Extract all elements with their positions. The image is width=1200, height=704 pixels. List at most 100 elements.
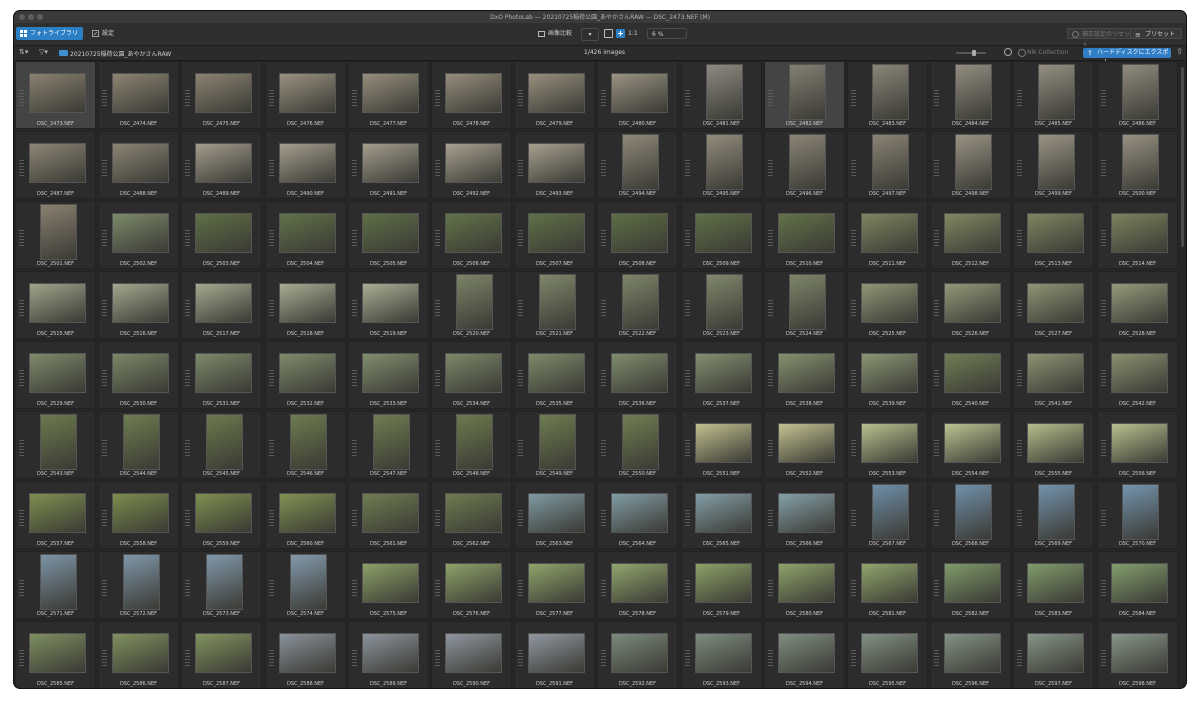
thumbnail-cell[interactable]: DSC_2497.NEF bbox=[847, 131, 928, 199]
thumbnail-cell[interactable]: DSC_2591.NEF bbox=[514, 621, 595, 688]
thumbnail-cell[interactable]: DSC_2576.NEF bbox=[431, 551, 512, 619]
thumbnail-cell[interactable]: DSC_2484.NEF bbox=[930, 61, 1011, 129]
thumbnail-cell[interactable]: DSC_2498.NEF bbox=[930, 131, 1011, 199]
star-rating[interactable] bbox=[518, 90, 523, 106]
star-rating[interactable] bbox=[1101, 160, 1106, 176]
thumbnail-cell[interactable]: DSC_2536.NEF bbox=[597, 341, 678, 409]
star-rating[interactable] bbox=[269, 510, 274, 526]
star-rating[interactable] bbox=[1017, 370, 1022, 386]
thumbnail-cell[interactable]: DSC_2512.NEF bbox=[930, 201, 1011, 269]
thumbnail-cell[interactable]: DSC_2598.NEF bbox=[1097, 621, 1178, 688]
thumbnail-cell[interactable]: DSC_2589.NEF bbox=[348, 621, 429, 688]
star-rating[interactable] bbox=[19, 160, 24, 176]
thumbnail-cell[interactable]: DSC_2476.NEF bbox=[265, 61, 346, 129]
star-rating[interactable] bbox=[934, 510, 939, 526]
tab-photo-library[interactable]: フォトライブラリ bbox=[16, 27, 84, 40]
star-rating[interactable] bbox=[518, 580, 523, 596]
thumbnail-cell[interactable]: DSC_2496.NEF bbox=[764, 131, 845, 199]
thumbnail-cell[interactable]: DSC_2486.NEF bbox=[1097, 61, 1178, 129]
thumbnail-cell[interactable]: DSC_2575.NEF bbox=[348, 551, 429, 619]
thumbnail-cell[interactable]: DSC_2518.NEF bbox=[265, 271, 346, 339]
star-rating[interactable] bbox=[185, 230, 190, 246]
star-rating[interactable] bbox=[1101, 440, 1106, 456]
thumbnail-cell[interactable]: DSC_2562.NEF bbox=[431, 481, 512, 549]
star-rating[interactable] bbox=[1017, 580, 1022, 596]
star-rating[interactable] bbox=[1101, 300, 1106, 316]
star-rating[interactable] bbox=[185, 510, 190, 526]
star-rating[interactable] bbox=[352, 90, 357, 106]
thumbnail-cell[interactable]: DSC_2511.NEF bbox=[847, 201, 928, 269]
star-rating[interactable] bbox=[685, 370, 690, 386]
thumbnail-cell[interactable]: DSC_2516.NEF bbox=[98, 271, 179, 339]
thumbnail-cell[interactable]: DSC_2584.NEF bbox=[1097, 551, 1178, 619]
star-rating[interactable] bbox=[102, 90, 107, 106]
star-rating[interactable] bbox=[851, 650, 856, 666]
thumbnail-cell[interactable]: DSC_2501.NEF bbox=[15, 201, 96, 269]
zoom-in-icon[interactable] bbox=[616, 29, 625, 38]
thumbnail-cell[interactable]: DSC_2563.NEF bbox=[514, 481, 595, 549]
star-rating[interactable] bbox=[185, 580, 190, 596]
star-rating[interactable] bbox=[601, 650, 606, 666]
thumbnail-cell[interactable]: DSC_2491.NEF bbox=[348, 131, 429, 199]
thumbnail-cell[interactable]: DSC_2577.NEF bbox=[514, 551, 595, 619]
star-rating[interactable] bbox=[601, 160, 606, 176]
star-rating[interactable] bbox=[685, 160, 690, 176]
thumbnail-cell[interactable]: DSC_2533.NEF bbox=[348, 341, 429, 409]
thumbnail-cell[interactable]: DSC_2548.NEF bbox=[431, 411, 512, 479]
thumbnail-cell[interactable]: DSC_2537.NEF bbox=[681, 341, 762, 409]
fit-to-screen-icon[interactable] bbox=[604, 29, 613, 38]
thumbnail-cell[interactable]: DSC_2594.NEF bbox=[764, 621, 845, 688]
star-rating[interactable] bbox=[1101, 370, 1106, 386]
thumbnail-cell[interactable]: DSC_2561.NEF bbox=[348, 481, 429, 549]
thumbnail-cell[interactable]: DSC_2582.NEF bbox=[930, 551, 1011, 619]
thumbnail-cell[interactable]: DSC_2574.NEF bbox=[265, 551, 346, 619]
thumbnail-cell[interactable]: DSC_2493.NEF bbox=[514, 131, 595, 199]
thumbnail-cell[interactable]: DSC_2588.NEF bbox=[265, 621, 346, 688]
star-rating[interactable] bbox=[685, 510, 690, 526]
thumbnail-cell[interactable]: DSC_2508.NEF bbox=[597, 201, 678, 269]
star-rating[interactable] bbox=[19, 580, 24, 596]
sort-icon[interactable]: ⇅▾ bbox=[19, 48, 28, 56]
thumbnail-cell[interactable]: DSC_2578.NEF bbox=[597, 551, 678, 619]
star-rating[interactable] bbox=[352, 440, 357, 456]
star-rating[interactable] bbox=[102, 580, 107, 596]
thumbnail-cell[interactable]: DSC_2564.NEF bbox=[597, 481, 678, 549]
thumbnail-cell[interactable]: DSC_2482.NEF bbox=[764, 61, 845, 129]
star-rating[interactable] bbox=[768, 580, 773, 596]
thumbnail-cell[interactable]: DSC_2545.NEF bbox=[181, 411, 262, 479]
star-rating[interactable] bbox=[269, 300, 274, 316]
thumbnail-cell[interactable]: DSC_2550.NEF bbox=[597, 411, 678, 479]
thumbnail-cell[interactable]: DSC_2489.NEF bbox=[181, 131, 262, 199]
star-rating[interactable] bbox=[851, 580, 856, 596]
star-rating[interactable] bbox=[269, 370, 274, 386]
star-rating[interactable] bbox=[518, 300, 523, 316]
star-rating[interactable] bbox=[685, 300, 690, 316]
compare-button[interactable]: 画像比較 bbox=[538, 28, 572, 39]
thumbnail-cell[interactable]: DSC_2542.NEF bbox=[1097, 341, 1178, 409]
star-rating[interactable] bbox=[102, 440, 107, 456]
thumbnail-cell[interactable]: DSC_2521.NEF bbox=[514, 271, 595, 339]
thumbnail-cell[interactable]: DSC_2552.NEF bbox=[764, 411, 845, 479]
thumbnail-cell[interactable]: DSC_2559.NEF bbox=[181, 481, 262, 549]
thumbnail-cell[interactable]: DSC_2480.NEF bbox=[597, 61, 678, 129]
thumbnail-cell[interactable]: DSC_2507.NEF bbox=[514, 201, 595, 269]
star-rating[interactable] bbox=[851, 300, 856, 316]
thumbnail-cell[interactable]: DSC_2539.NEF bbox=[847, 341, 928, 409]
thumbnail-cell[interactable]: DSC_2487.NEF bbox=[15, 131, 96, 199]
thumbnail-cell[interactable]: DSC_2475.NEF bbox=[181, 61, 262, 129]
thumbnail-cell[interactable]: DSC_2481.NEF bbox=[681, 61, 762, 129]
thumbnail-cell[interactable]: DSC_2567.NEF bbox=[847, 481, 928, 549]
thumbnail-cell[interactable]: DSC_2534.NEF bbox=[431, 341, 512, 409]
star-rating[interactable] bbox=[934, 300, 939, 316]
star-rating[interactable] bbox=[1017, 510, 1022, 526]
star-rating[interactable] bbox=[102, 300, 107, 316]
star-rating[interactable] bbox=[601, 370, 606, 386]
thumbnail-cell[interactable]: DSC_2505.NEF bbox=[348, 201, 429, 269]
thumbnail-size-slider[interactable] bbox=[956, 52, 986, 54]
thumbnail-cell[interactable]: DSC_2593.NEF bbox=[681, 621, 762, 688]
star-rating[interactable] bbox=[352, 580, 357, 596]
share-icon[interactable]: ⇧ bbox=[1176, 47, 1183, 56]
star-rating[interactable] bbox=[19, 510, 24, 526]
star-rating[interactable] bbox=[19, 440, 24, 456]
thumbnail-cell[interactable]: DSC_2538.NEF bbox=[764, 341, 845, 409]
